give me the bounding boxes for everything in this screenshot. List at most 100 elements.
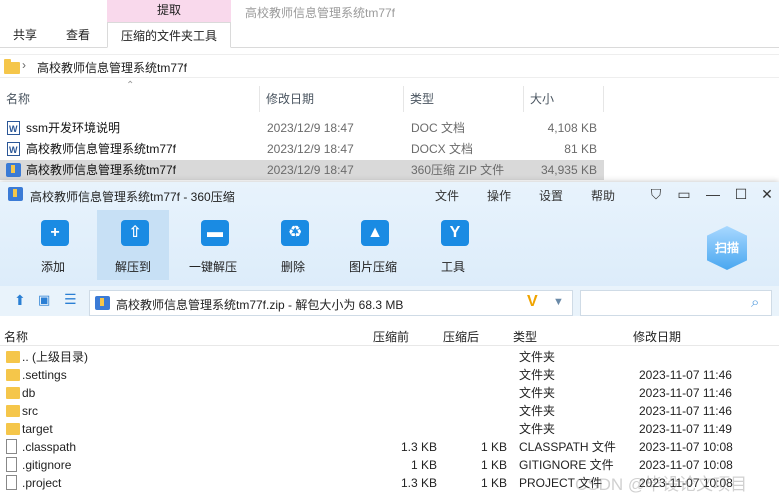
chevron-right-icon[interactable]: › xyxy=(22,58,26,72)
extract-to-button[interactable]: ⇧ 解压到 xyxy=(97,210,169,280)
list-item[interactable]: .. (上级目录) 文件夹 xyxy=(0,348,779,366)
chevron-down-icon[interactable]: ▼ xyxy=(553,296,564,308)
folder-icon xyxy=(6,387,20,399)
delete-button[interactable]: ♻ 删除 xyxy=(257,210,329,280)
address-path: 高校教师信息管理系统tm77f xyxy=(37,61,188,75)
file-size: 34,935 KB xyxy=(540,163,597,177)
item-type: 文件夹 xyxy=(519,386,556,400)
list-item[interactable]: .settings 文件夹 2023-11-07 11:46 xyxy=(0,366,779,384)
folder-icon xyxy=(6,369,20,381)
file-row-selected[interactable]: 高校教师信息管理系统tm77f 2023/12/9 18:47 360压缩 ZI… xyxy=(0,160,604,180)
image-compress-icon: ▲ xyxy=(361,220,389,246)
one-click-extract-button[interactable]: ▬ 一键解压 xyxy=(177,210,249,280)
file-size: 81 KB xyxy=(564,142,597,156)
zip-titlebar[interactable]: 高校教师信息管理系统tm77f - 360压缩 文件 操作 设置 帮助 ⛉ ▭ … xyxy=(0,182,779,208)
folder-icon xyxy=(6,423,20,435)
item-name: .. (上级目录) xyxy=(22,350,88,364)
word-doc-icon xyxy=(7,119,20,139)
csdn-watermark: CSDN @毕设论文项目 xyxy=(575,475,748,494)
file-name: 高校教师信息管理系统tm77f xyxy=(26,163,177,177)
item-name: .project xyxy=(22,476,62,490)
up-arrow-icon[interactable]: ⬆ xyxy=(14,292,26,309)
trash-icon: ♻ xyxy=(281,220,309,246)
tab-compressed-folder-tools[interactable]: 压缩的文件夹工具 xyxy=(107,22,231,48)
col-modified[interactable]: 修改日期 xyxy=(260,86,404,112)
search-input[interactable]: ⌕ xyxy=(580,290,772,316)
folder-icon xyxy=(6,351,20,363)
col-modified[interactable]: 修改日期 xyxy=(633,328,681,345)
image-compress-button[interactable]: ▲ 图片压缩 xyxy=(337,210,409,280)
item-date: 2023-11-07 11:49 xyxy=(639,422,732,436)
add-button[interactable]: + 添加 xyxy=(17,210,89,280)
tab-share[interactable]: 共享 xyxy=(8,22,42,48)
list-item[interactable]: db 文件夹 2023-11-07 11:46 xyxy=(0,384,779,402)
v-logo-icon[interactable]: V xyxy=(527,293,538,311)
col-name[interactable]: 名称 xyxy=(4,328,28,345)
col-after[interactable]: 压缩后 xyxy=(443,328,479,345)
menu-settings[interactable]: 设置 xyxy=(539,187,563,204)
item-date: 2023-11-07 11:46 xyxy=(639,404,732,418)
item-type: 文件夹 xyxy=(519,404,556,418)
file-icon xyxy=(6,475,17,490)
add-label: 添加 xyxy=(40,260,65,274)
file-name: 高校教师信息管理系统tm77f xyxy=(26,142,177,156)
zip-navbar: ⬆ ▣ ☰ 高校教师信息管理系统tm77f.zip - 解包大小为 68.3 M… xyxy=(0,286,779,316)
list-item[interactable]: target 文件夹 2023-11-07 11:49 xyxy=(0,420,779,438)
image-compress-label: 图片压缩 xyxy=(348,260,397,274)
app-logo-icon xyxy=(8,187,23,201)
item-size-after: 1 KB xyxy=(480,440,507,454)
item-type: 文件夹 xyxy=(519,422,556,436)
tools-button[interactable]: Y 工具 xyxy=(417,210,489,280)
word-doc-icon xyxy=(7,140,20,160)
file-type: DOCX 文档 xyxy=(411,142,474,156)
zip-archive-icon xyxy=(6,163,21,177)
minimize-icon[interactable]: — xyxy=(705,186,721,202)
col-type[interactable]: 类型 xyxy=(513,328,537,345)
file-row[interactable]: ssm开发环境说明 2023/12/9 18:47 DOC 文档 4,108 K… xyxy=(0,118,604,139)
zip-column-header: 名称 压缩前 压缩后 类型 修改日期 xyxy=(0,324,779,346)
close-icon[interactable]: ✕ xyxy=(759,186,775,202)
file-icon xyxy=(6,457,17,472)
explorer-window-title: 高校教师信息管理系统tm77f xyxy=(245,6,396,20)
item-size-before: 1.3 KB xyxy=(400,476,437,490)
tab-view[interactable]: 查看 xyxy=(60,22,96,48)
item-name: .settings xyxy=(22,368,67,382)
file-type: 360压缩 ZIP 文件 xyxy=(411,163,505,177)
one-click-extract-label: 一键解压 xyxy=(188,260,237,274)
context-tab-extract[interactable]: 提取 xyxy=(107,0,231,22)
file-row[interactable]: 高校教师信息管理系统tm77f 2023/12/9 18:47 DOCX 文档 … xyxy=(0,139,604,160)
item-date: 2023-11-07 11:46 xyxy=(639,368,732,382)
search-icon[interactable]: ⌕ xyxy=(751,294,759,311)
tools-icon: Y xyxy=(441,220,469,246)
skin-icon[interactable]: ⛉ xyxy=(648,186,664,202)
archive-path-field[interactable]: 高校教师信息管理系统tm77f.zip - 解包大小为 68.3 MB V ▼ xyxy=(89,290,573,316)
tools-label: 工具 xyxy=(440,260,465,274)
address-bar[interactable]: › 高校教师信息管理系统tm77f xyxy=(0,54,779,78)
list-item[interactable]: .classpath 1.3 KB 1 KB CLASSPATH 文件 2023… xyxy=(0,438,779,456)
one-click-extract-icon: ▬ xyxy=(201,220,229,246)
maximize-icon[interactable]: ☐ xyxy=(733,186,749,202)
list-item[interactable]: src 文件夹 2023-11-07 11:46 xyxy=(0,402,779,420)
item-date: 2023-11-07 11:46 xyxy=(639,386,732,400)
list-view-icon[interactable]: ☰ xyxy=(64,291,77,308)
menu-file[interactable]: 文件 xyxy=(435,187,459,204)
col-size[interactable]: 大小 xyxy=(524,86,604,112)
col-before[interactable]: 压缩前 xyxy=(373,328,409,345)
menu-operate[interactable]: 操作 xyxy=(487,187,511,204)
extract-icon: ⇧ xyxy=(121,220,149,246)
item-size-after: 1 KB xyxy=(480,458,507,472)
archive-path-text: 高校教师信息管理系统tm77f.zip - 解包大小为 68.3 MB xyxy=(116,298,404,312)
item-date: 2023-11-07 10:08 xyxy=(639,440,733,454)
folder-icon xyxy=(4,59,20,74)
item-size-after: 1 KB xyxy=(480,476,507,490)
col-type[interactable]: 类型 xyxy=(404,86,524,112)
zip-archive-icon xyxy=(95,296,110,310)
file-icon xyxy=(6,439,17,454)
explorer-ribbon: 提取 高校教师信息管理系统tm77f 共享 查看 压缩的文件夹工具 xyxy=(0,0,779,48)
item-name: db xyxy=(22,386,36,400)
feedback-icon[interactable]: ▭ xyxy=(676,186,692,202)
file-date: 2023/12/9 18:47 xyxy=(267,121,354,135)
item-name: src xyxy=(22,404,38,418)
menu-help[interactable]: 帮助 xyxy=(591,187,615,204)
thumbnail-view-icon[interactable]: ▣ xyxy=(38,292,50,308)
